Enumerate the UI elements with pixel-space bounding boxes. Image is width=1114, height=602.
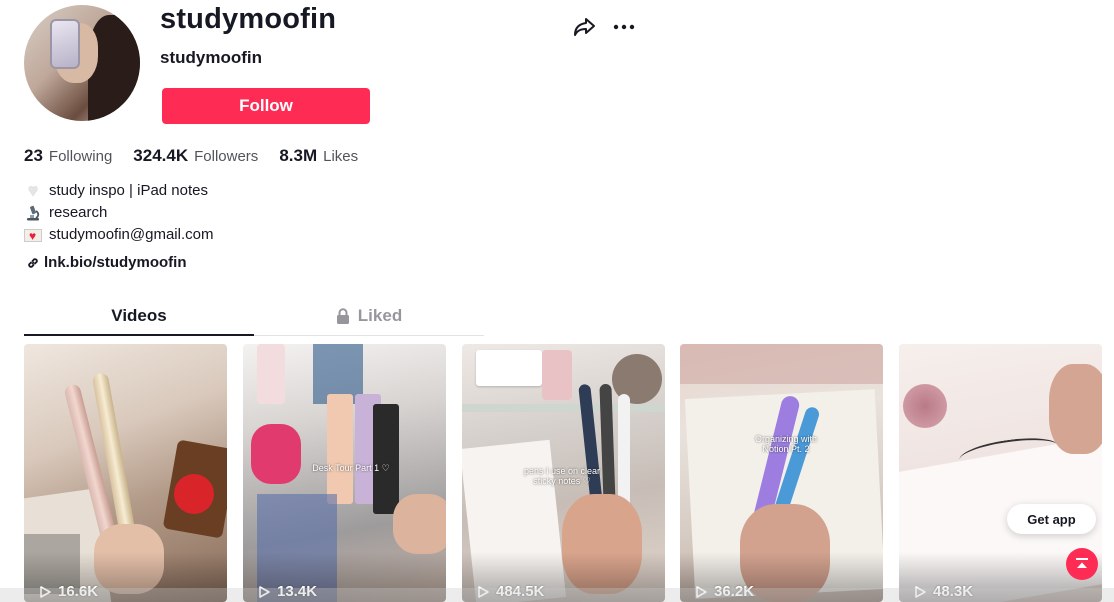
more-options-icon[interactable]	[611, 14, 637, 40]
nickname: studymoofin	[160, 48, 262, 67]
stat-followers[interactable]: 324.4K Followers	[133, 146, 258, 166]
tab-videos[interactable]: Videos	[24, 300, 254, 336]
bio: ♥ study inspo | iPad notes research stud…	[24, 180, 213, 246]
video-caption: Organizing with Notion Pt. 2	[754, 434, 818, 454]
stat-followers-count: 324.4K	[133, 146, 189, 165]
tab-liked[interactable]: Liked	[254, 300, 484, 335]
follow-button[interactable]: Follow	[162, 88, 370, 124]
stat-likes: 8.3M Likes	[279, 146, 358, 166]
bio-text: study inspo | iPad notes	[49, 182, 208, 199]
avatar-phone	[50, 19, 80, 69]
back-to-top-button[interactable]	[1066, 548, 1098, 580]
stat-following-label: Following	[48, 148, 113, 165]
video-card[interactable]: pens I use on clear sticky notes ♡ 484.5…	[462, 344, 665, 602]
back-to-top-icon	[1076, 558, 1088, 568]
bio-email: studymoofin@gmail.com	[49, 226, 214, 243]
video-caption: pens I use on clear sticky notes ♡	[523, 466, 601, 486]
stat-likes-label: Likes	[323, 148, 359, 165]
profile-link[interactable]: lnk.bio/studymoofin	[26, 254, 187, 271]
bio-line: research	[24, 202, 213, 224]
bio-line: studymoofin@gmail.com	[24, 224, 213, 246]
microscope-icon	[24, 204, 42, 222]
video-card[interactable]: Organizing with Notion Pt. 2 36.2K	[680, 344, 883, 602]
share-icon[interactable]	[571, 14, 597, 40]
profile-tabs: Videos Liked	[24, 300, 484, 336]
bio-text: research	[49, 204, 108, 221]
profile-link-text: lnk.bio/studymoofin	[44, 254, 187, 271]
tab-liked-label: Liked	[357, 306, 403, 325]
video-card[interactable]: Desk Tour Part 1 ♡ 13.4K	[243, 344, 446, 602]
username: studymoofin	[160, 3, 337, 35]
link-icon	[28, 257, 38, 268]
stat-following-count: 23	[24, 146, 43, 165]
horizontal-scrollbar[interactable]	[0, 588, 1114, 602]
get-app-button[interactable]: Get app	[1007, 504, 1096, 534]
lock-icon	[336, 308, 349, 324]
bio-line: ♥ study inspo | iPad notes	[24, 180, 213, 202]
white-heart-icon: ♥	[27, 181, 39, 200]
video-card[interactable]: 16.6K	[24, 344, 227, 602]
love-letter-icon	[24, 226, 42, 245]
profile-stats: 23 Following 324.4K Followers 8.3M Likes	[24, 146, 379, 166]
stat-followers-label: Followers	[194, 148, 259, 165]
avatar[interactable]	[24, 5, 140, 121]
stat-likes-count: 8.3M	[279, 146, 318, 165]
video-caption: Desk Tour Part 1 ♡	[312, 463, 390, 473]
stat-following[interactable]: 23 Following	[24, 146, 112, 166]
